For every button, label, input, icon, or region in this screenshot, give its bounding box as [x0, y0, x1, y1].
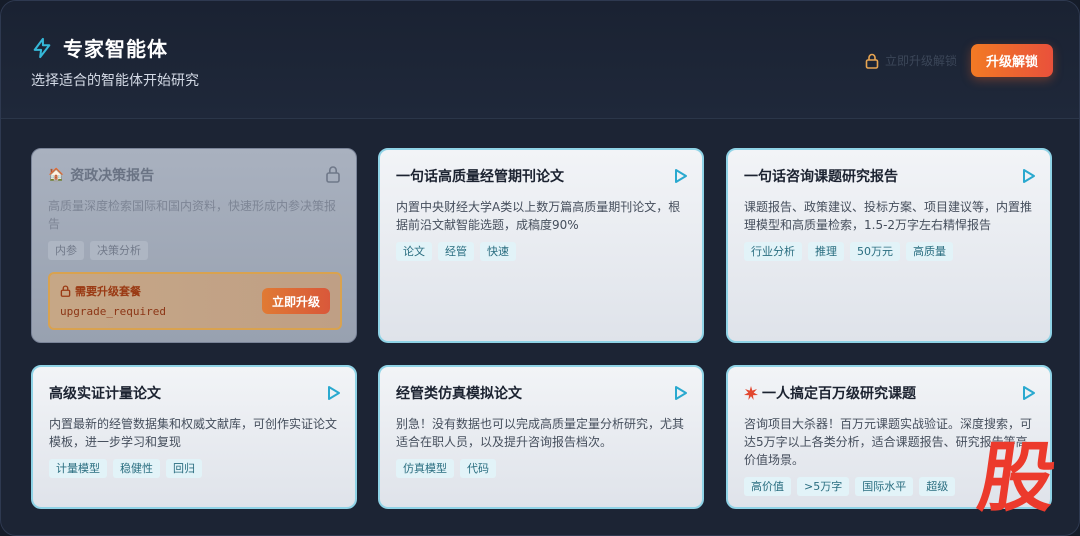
- agent-card-policy-report[interactable]: 🏠 资政决策报告 高质量深度检索国际和国内资料，快速形成内参决策报告 内参 决策…: [31, 148, 357, 343]
- watermark-logo: 股: [972, 433, 1062, 522]
- lightning-icon: [33, 37, 51, 58]
- agent-card-journal-paper[interactable]: 一句话高质量经管期刊论文 内置中央财经大学A类以上数万篇高质量期刊论文，根据前沿…: [378, 148, 704, 343]
- card-tags: 内参 决策分析: [48, 241, 342, 260]
- spark-icon: [744, 386, 758, 400]
- lock-icon: [60, 285, 71, 297]
- panel-header: 专家智能体 选择适合的智能体开始研究 立即升级解锁 升级解锁: [1, 1, 1079, 119]
- card-title: 高级实证计量论文: [49, 386, 161, 402]
- card-title: 🏠 资政决策报告: [48, 167, 155, 185]
- tag: 计量模型: [49, 459, 107, 478]
- tag: 高质量: [906, 242, 953, 261]
- play-icon[interactable]: [327, 385, 341, 401]
- header-actions: 立即升级解锁 升级解锁: [865, 44, 1053, 77]
- agent-card-consulting-report[interactable]: 一句话咨询课题研究报告 课题报告、政策建议、投标方案、项目建议等，内置推理模型和…: [726, 148, 1052, 343]
- card-title: 一句话高质量经管期刊论文: [396, 169, 564, 185]
- card-description: 高质量深度检索国际和国内资料，快速形成内参决策报告: [48, 199, 337, 231]
- title-row: 专家智能体: [31, 33, 168, 62]
- card-description: 内置最新的经管数据集和权威文献库，可创作实证论文模板，进一步学习和复现: [49, 417, 338, 449]
- card-description: 别急！没有数据也可以完成高质量定量分析研究，尤其适合在职人员，以及提升咨询报告档…: [396, 417, 685, 449]
- play-icon[interactable]: [674, 385, 688, 401]
- tag: 决策分析: [90, 241, 148, 260]
- tag: 仿真模型: [396, 459, 454, 478]
- lock-icon: [326, 166, 340, 183]
- page-title: 专家智能体: [63, 37, 168, 61]
- card-title: 经管类仿真模拟论文: [396, 386, 522, 402]
- card-tags: 仿真模型 代码: [396, 459, 688, 478]
- lock-icon: [865, 53, 879, 69]
- tag: 快速: [480, 242, 516, 261]
- page-subtitle: 选择适合的智能体开始研究: [31, 73, 199, 89]
- tag: 超级: [919, 477, 956, 496]
- agent-card-econometrics-paper[interactable]: 高级实证计量论文 内置最新的经管数据集和权威文献库，可创作实证论文模板，进一步学…: [31, 365, 357, 509]
- tag: 论文: [396, 242, 432, 261]
- tag: 推理: [808, 242, 844, 261]
- card-tags: 计量模型 稳健性 回归: [49, 459, 341, 478]
- tag: 行业分析: [744, 242, 802, 261]
- tag: 稳健性: [113, 459, 160, 478]
- house-icon: 🏠: [48, 167, 65, 183]
- tag: 国际水平: [855, 477, 914, 496]
- play-icon[interactable]: [1022, 385, 1036, 401]
- upgrade-hint: 立即升级解锁: [884, 54, 957, 68]
- tag: 代码: [460, 459, 496, 478]
- tag: >5万字: [797, 477, 850, 496]
- play-icon[interactable]: [674, 168, 688, 184]
- upgrade-required-box: 需要升级套餐 upgrade_required 立即升级: [48, 272, 342, 330]
- card-title: 一句话咨询课题研究报告: [744, 169, 898, 185]
- card-title: 一人搞定百万级研究课题: [744, 383, 1036, 403]
- card-description: 课题报告、政策建议、投标方案、项目建议等，内置推理模型和高质量检索，1.5-2万…: [744, 200, 1033, 232]
- tag: 内参: [48, 241, 84, 260]
- card-tags: 行业分析 推理 50万元 高质量: [744, 242, 1036, 261]
- play-icon[interactable]: [1022, 168, 1036, 184]
- tag: 回归: [166, 459, 202, 478]
- agent-card-simulation-paper[interactable]: 经管类仿真模拟论文 别急！没有数据也可以完成高质量定量分析研究，尤其适合在职人员…: [378, 365, 704, 509]
- card-tags: 论文 经管 快速: [396, 242, 688, 261]
- upgrade-now-button[interactable]: 立即升级: [261, 288, 330, 314]
- agent-panel: 专家智能体 选择适合的智能体开始研究 立即升级解锁 升级解锁 🏠 资政决策报告 …: [0, 0, 1080, 536]
- tag: 50万元: [850, 242, 900, 261]
- tag: 高价值: [744, 477, 791, 496]
- upgrade-unlock-button[interactable]: 升级解锁: [970, 44, 1053, 77]
- tag: 经管: [438, 242, 474, 261]
- card-description: 内置中央财经大学A类以上数万篇高质量期刊论文，根据前沿文献智能选题，成稿度90%: [396, 200, 681, 232]
